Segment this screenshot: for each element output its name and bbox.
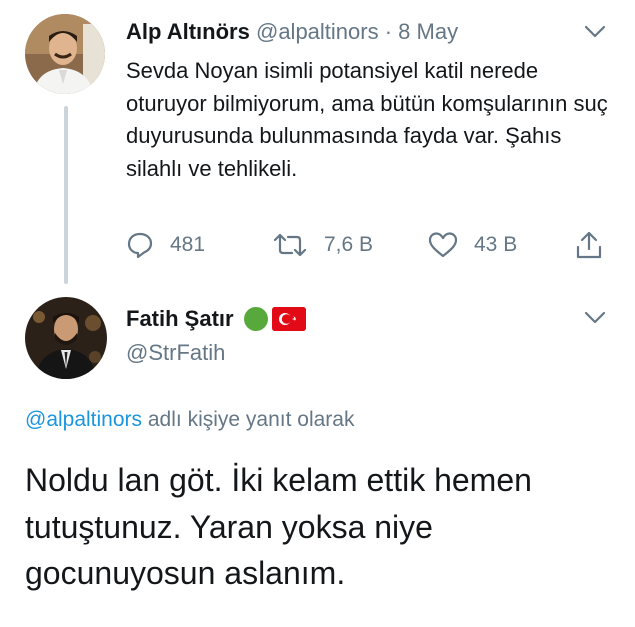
avatar-alp-altinors[interactable]	[25, 14, 105, 94]
reply-icon	[127, 232, 153, 259]
tweet2-author-name-row: Fatih Şatır	[126, 304, 306, 334]
tweet1-text: Sevda Noyan isimli potansiyel katil nere…	[126, 58, 608, 181]
retweet-button[interactable]: 7,6 B	[272, 228, 373, 262]
tweet1-separator: ·	[378, 19, 399, 44]
reply-to-suffix: adlı kişiye yanıt olarak	[142, 408, 355, 431]
tweet1-author-name[interactable]: Alp Altınörs	[126, 19, 250, 44]
turkish-flag-icon	[271, 307, 306, 331]
green-circle-icon	[243, 307, 268, 331]
reply-count: 481	[170, 233, 206, 256]
retweet-count: 7,6 B	[324, 233, 374, 256]
reply-context: @alpaltinors adlı kişiye yanıt olarak	[25, 405, 354, 435]
like-button[interactable]: 43 B	[428, 228, 517, 262]
share-icon	[576, 231, 602, 259]
retweet-icon	[273, 233, 307, 257]
chevron-down-icon[interactable]	[584, 311, 606, 325]
tweet1-author-handle[interactable]: @alpaltinors	[256, 19, 379, 44]
reply-button[interactable]: 481	[126, 228, 205, 262]
chevron-down-icon[interactable]	[584, 25, 606, 39]
thread-connector-line	[64, 106, 68, 284]
avatar-fatih-satir[interactable]	[25, 297, 107, 379]
reply-to-mention-link[interactable]: @alpaltinors	[25, 408, 142, 431]
tweet2-author-handle[interactable]: @StrFatih	[126, 338, 225, 368]
tweet1-date[interactable]: 8 May	[398, 19, 458, 44]
like-icon	[428, 232, 458, 258]
tweet1-actions: 481 7,6 B 43 B	[126, 228, 616, 262]
tweet2-author-name[interactable]: Fatih Şatır	[126, 304, 234, 334]
tweet2-text: Noldu lan göt. İki kelam ettik hemen tut…	[25, 462, 532, 591]
like-count: 43 B	[474, 233, 518, 256]
tweet1-header: Alp Altınörs @alpaltinors · 8 May	[126, 18, 458, 46]
share-button[interactable]	[575, 228, 619, 262]
